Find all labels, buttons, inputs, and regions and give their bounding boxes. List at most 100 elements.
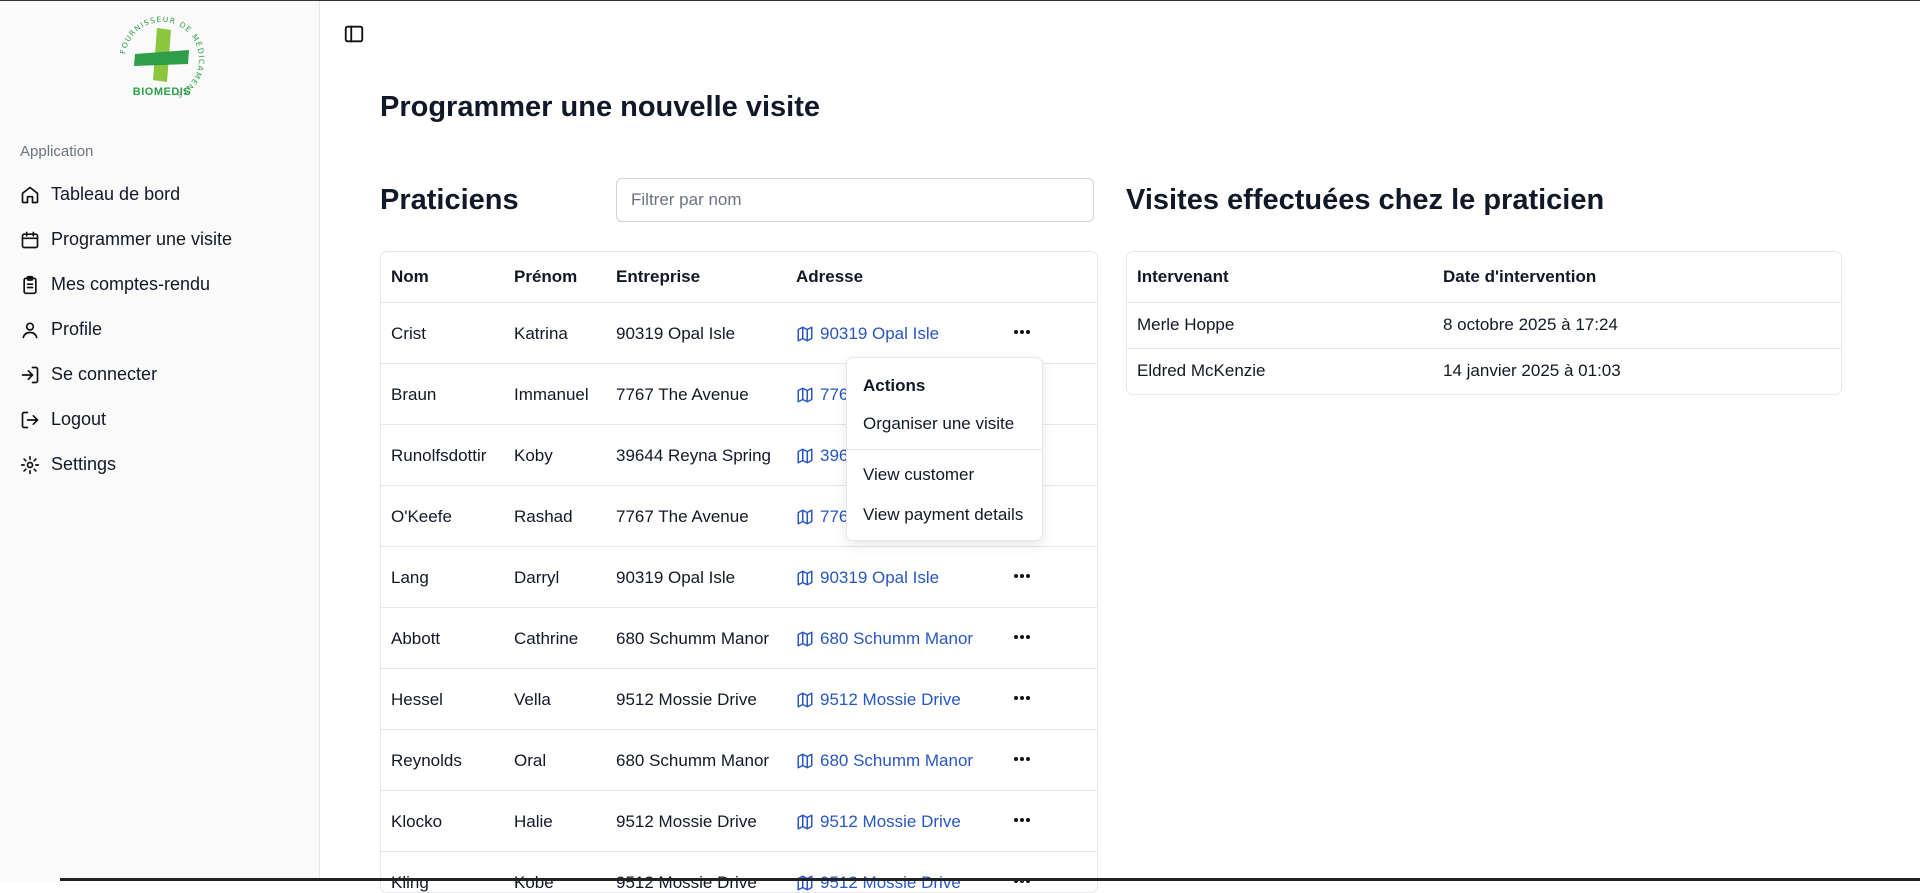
visits-table: Intervenant Date d'intervention Merle Ho… (1126, 251, 1842, 395)
row-actions-button[interactable] (1009, 319, 1035, 345)
nom-cell: Klocko (391, 812, 443, 831)
address-link-label: 680 Schumm Manor (820, 629, 974, 648)
menu-item-organiser-une-visite[interactable]: Organiser une visite (863, 414, 1014, 434)
menu-item-view-payment-details[interactable]: View payment details (863, 505, 1023, 525)
map-icon (797, 509, 813, 525)
sidebar-item-tableau-de-bord[interactable]: Tableau de bord (20, 172, 300, 217)
sidebar-item-programmer-une-visite[interactable]: Programmer une visite (20, 217, 300, 262)
home-icon (21, 186, 39, 203)
entreprise-cell: 680 Schumm Manor (616, 629, 770, 648)
sidebar-item-label: Se connecter (51, 364, 158, 384)
nom-cell: Crist (391, 324, 426, 343)
address-link-label: 90319 Opal Isle (820, 568, 940, 587)
practitioners-title: Praticiens (380, 184, 519, 216)
map-icon (797, 692, 813, 708)
sidebar-item-logout[interactable]: Logout (20, 397, 300, 442)
row-actions-button[interactable] (1009, 685, 1035, 711)
prenom-cell: Cathrine (514, 629, 579, 648)
logout-icon (21, 411, 39, 428)
address-link[interactable]: 680 Schumm Manor (796, 629, 973, 649)
row-actions-button[interactable] (1009, 807, 1035, 833)
nom-cell: O'Keefe (391, 507, 452, 526)
column-header-entreprise: Entreprise (616, 267, 701, 286)
row-actions-button[interactable] (1009, 563, 1035, 589)
page-title: Programmer une nouvelle visite (380, 91, 820, 123)
sidebar-group-label: Application (20, 143, 94, 160)
column-header-prenom: Prénom (514, 267, 578, 286)
date-cell: 8 octobre 2025 à 17:24 (1443, 315, 1618, 334)
map-icon (797, 326, 813, 342)
table-row: Lang Darryl 90319 Opal Isle 90319 Opal Isle (381, 547, 1097, 608)
address-link[interactable]: 9512 Mossie Drive (796, 873, 961, 892)
entreprise-cell: 9512 Mossie Drive (616, 690, 757, 709)
more-horizontal-icon (1014, 330, 1030, 334)
sidebar-item-settings[interactable]: Settings (20, 442, 300, 487)
user-icon (22, 322, 38, 338)
address-link[interactable]: 9512 Mossie Drive (796, 812, 961, 832)
column-header-adresse: Adresse (796, 267, 864, 286)
sidebar-item-profile[interactable]: Profile (20, 307, 300, 352)
nom-cell: Braun (391, 385, 437, 404)
entreprise-cell: 7767 The Avenue (616, 507, 749, 526)
address-link-label: 9512 Mossie Drive (820, 690, 961, 709)
table-row: Reynolds Oral 680 Schumm Manor 680 Schumm M… (381, 730, 1097, 791)
calendar-icon (21, 231, 39, 248)
nom-cell: Reynolds (391, 751, 462, 770)
map-icon (797, 387, 813, 403)
logo-text: BIOMEDIS (132, 86, 192, 98)
prenom-cell: Oral (514, 751, 547, 770)
sidebar-item-se-connecter[interactable]: Se connecter (20, 352, 300, 397)
column-header-date: Date d'intervention (1443, 267, 1597, 286)
sidebar-toggle-icon[interactable] (343, 23, 365, 45)
entreprise-cell: 90319 Opal Isle (616, 324, 736, 343)
login-icon (21, 366, 39, 383)
map-icon (797, 875, 813, 891)
table-row: Abbott Cathrine 680 Schumm Manor 680 Schumm… (381, 608, 1097, 669)
gear-icon (20, 455, 40, 474)
address-link[interactable]: 90319 Opal Isle (796, 324, 939, 344)
entreprise-cell: 680 Schumm Manor (616, 751, 770, 770)
visits-title: Visites effectuées chez le praticien (1126, 184, 1605, 216)
more-horizontal-icon (1014, 574, 1030, 578)
sidebar-item-label: Programmer une visite (51, 229, 233, 249)
column-header-intervenant: Intervenant (1137, 267, 1229, 286)
sidebar-item-label: Profile (51, 319, 103, 339)
address-link-label: 9512 Mossie Drive (820, 873, 961, 892)
address-link[interactable]: 680 Schumm Manor (796, 751, 973, 771)
column-header-nom: Nom (391, 267, 429, 286)
window-top-border (0, 0, 1920, 1)
more-horizontal-icon (1014, 757, 1030, 761)
address-link[interactable]: 9512 Mossie Drive (796, 690, 961, 710)
sidebar-item-mes-comptes-rendu[interactable]: Mes comptes-rendu (20, 262, 300, 307)
sidebar-nav: Tableau de bord Programmer une visite Me… (20, 172, 300, 487)
nom-cell: Hessel (391, 690, 443, 709)
table-header: Intervenant Date d'intervention (1127, 252, 1841, 303)
prenom-cell: Vella (514, 690, 551, 709)
more-horizontal-icon (1014, 635, 1030, 639)
menu-item-view-customer[interactable]: View customer (863, 465, 974, 485)
prenom-cell: Immanuel (514, 385, 589, 404)
filter-name-input[interactable] (616, 178, 1094, 222)
address-link-label: 90319 Opal Isle (820, 324, 940, 343)
entreprise-cell: 90319 Opal Isle (616, 568, 736, 587)
map-icon (797, 448, 813, 464)
practitioners-table: Nom Prénom Entreprise Adresse Crist Katri… (380, 251, 1098, 893)
sidebar-item-label: Tableau de bord (51, 184, 181, 204)
entreprise-cell: 9512 Mossie Drive (616, 812, 757, 831)
map-icon (797, 570, 813, 586)
intervenant-cell: Merle Hoppe (1137, 315, 1235, 334)
table-row: Eldred McKenzie 14 janvier 2025 à 01:03 (1127, 349, 1841, 394)
table-row: Kling Kobe 9512 Mossie Drive 9512 Mossie Dr… (381, 852, 1097, 892)
prenom-cell: Rashad (514, 507, 573, 526)
nom-cell: Runolfsdottir (391, 446, 487, 465)
map-icon (797, 814, 813, 830)
map-icon (797, 753, 813, 769)
row-actions-button[interactable] (1009, 624, 1035, 650)
table-row: Merle Hoppe 8 octobre 2025 à 17:24 (1127, 303, 1841, 349)
sidebar-item-label: Logout (51, 409, 107, 429)
entreprise-cell: 39644 Reyna Spring (616, 446, 772, 465)
address-link[interactable]: 90319 Opal Isle (796, 568, 939, 588)
actions-menu-label: Actions (863, 376, 926, 395)
prenom-cell: Darryl (514, 568, 560, 587)
row-actions-button[interactable] (1009, 746, 1035, 772)
